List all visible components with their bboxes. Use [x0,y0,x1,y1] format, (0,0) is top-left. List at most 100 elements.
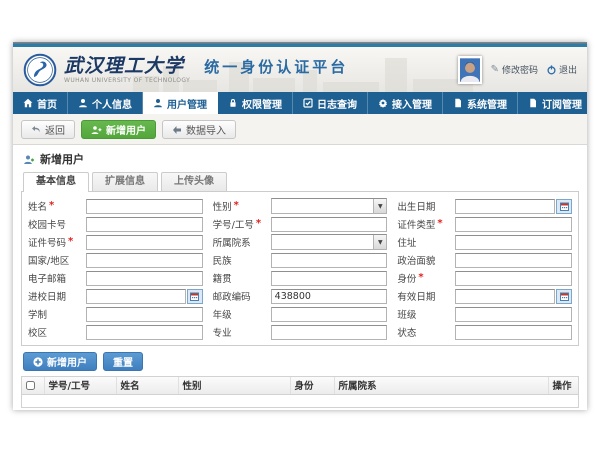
change-password-link[interactable]: ✎ 修改密码 [491,63,538,76]
gear-icon [378,98,388,108]
tab-upload-avatar[interactable]: 上传头像 [161,172,227,191]
nav-label: 系统管理 [467,96,507,111]
field-birth-date: 出生日期 [397,198,572,214]
logout-link[interactable]: 退出 [547,63,577,76]
calendar-icon[interactable] [187,289,203,304]
campus-card-no-input[interactable] [86,217,203,232]
calendar-icon[interactable] [556,199,572,214]
back-arrow-icon [31,125,41,134]
field-identity: 身份* [397,270,572,286]
name-input[interactable] [86,199,203,214]
country-region-input[interactable] [86,253,203,268]
major-input[interactable] [271,325,388,340]
class-input[interactable] [455,307,572,322]
section-header: 新增用户 [21,145,579,172]
valid-date-input[interactable] [455,289,555,304]
users-table: 学号/工号 姓名 性别 身份 所属院系 操作 [21,376,579,408]
screen: 武汉理工大学 WUHAN UNIVERSITY OF TECHNOLOGY 统一… [0,0,600,450]
field-label: 年级 [213,307,271,321]
data-import-button[interactable]: 数据导入 [162,120,236,139]
political-status-input[interactable] [455,253,572,268]
nav-label: 接入管理 [392,96,432,111]
postal-code-input[interactable] [271,289,388,304]
required-asterisk: * [418,273,423,283]
field-label: 住址 [397,235,455,249]
select-value [272,235,374,249]
field-campus: 校区 [28,324,203,340]
grade-input[interactable] [271,307,388,322]
identity-input[interactable] [455,271,572,286]
field-schooling-length: 学制 [28,306,203,322]
label-text: 年级 [213,307,232,321]
student-staff-id-input[interactable] [271,217,388,232]
data-import-label: 数据导入 [186,122,226,137]
nav-item-subscription-management[interactable]: 订阅管理 [518,92,593,114]
submit-add-user-button[interactable]: 新增用户 [23,352,97,371]
nav-item-profile[interactable]: 个人信息 [68,92,143,114]
schooling-length-input[interactable] [86,307,203,322]
nav-item-user-management[interactable]: 用户管理 [143,92,218,114]
nav-item-system-management[interactable]: 系统管理 [443,92,518,114]
back-button[interactable]: 返回 [21,120,75,139]
department-select[interactable]: ▼ [271,234,388,250]
nav-item-log-query[interactable]: 日志查询 [293,92,368,114]
label-text: 状态 [397,325,416,339]
birth-date-input[interactable] [455,199,555,214]
add-user-toolbar-button[interactable]: 新增用户 [81,120,156,139]
ethnicity-input[interactable] [271,253,388,268]
nav-item-access-management[interactable]: 接入管理 [368,92,443,114]
person-icon [153,98,163,108]
label-text: 籍贯 [213,271,232,285]
select-all-checkbox[interactable] [26,381,35,390]
field-label: 所属院系 [213,235,271,249]
toolbar: 返回 新增用户 数据导入 [13,114,587,144]
tab-basic-info[interactable]: 基本信息 [23,172,89,192]
enrollment-date-input[interactable] [86,289,186,304]
field-address: 住址 [397,234,572,250]
submit-label: 新增用户 [47,354,87,369]
nav-item-permission-management[interactable]: 权限管理 [218,92,293,114]
field-email: 电子邮箱 [28,270,203,286]
user-avatar[interactable] [458,56,482,84]
label-text: 政治面貌 [397,253,435,267]
main-nav: 首页 个人信息 用户管理 权限管理 日志查询 接入管理 [13,92,587,114]
tab-extended-info[interactable]: 扩展信息 [92,172,158,191]
university-logo-icon [23,53,57,87]
field-country-region: 国家/地区 [28,252,203,268]
id-type-input[interactable] [455,217,572,232]
gender-select[interactable]: ▼ [271,198,388,214]
field-student-staff-id: 学号/工号* [213,216,388,232]
field-label: 校区 [28,325,86,339]
required-asterisk: * [437,219,442,229]
label-text: 专业 [213,325,232,339]
id-number-input[interactable] [86,235,203,250]
email-input[interactable] [86,271,203,286]
platform-title: 统一身份认证平台 [204,56,348,77]
campus-input[interactable] [86,325,203,340]
field-name: 姓名* [28,198,203,214]
column-student-staff-id: 学号/工号 [44,377,116,394]
field-campus-card-no: 校园卡号 [28,216,203,232]
label-text: 出生日期 [397,199,435,213]
field-label: 学号/工号* [213,217,271,231]
nav-item-home[interactable]: 首页 [13,92,68,114]
native-place-input[interactable] [271,271,388,286]
change-password-label: 修改密码 [502,63,538,76]
required-asterisk: * [234,201,239,211]
label-text: 学制 [28,307,47,321]
field-label: 身份* [397,271,455,285]
status-input[interactable] [455,325,572,340]
label-text: 班级 [397,307,416,321]
field-grade: 年级 [213,306,388,322]
university-name-block: 武汉理工大学 WUHAN UNIVERSITY OF TECHNOLOGY [64,56,190,84]
column-gender: 性别 [178,377,290,394]
nav-label: 首页 [37,96,57,111]
reset-label: 重置 [113,354,133,369]
address-input[interactable] [455,235,572,250]
label-text: 校区 [28,325,47,339]
field-department: 所属院系 ▼ [213,234,388,250]
reset-button[interactable]: 重置 [103,352,143,371]
table-header-row: 学号/工号 姓名 性别 身份 所属院系 操作 [22,377,578,394]
calendar-icon[interactable] [556,289,572,304]
field-label: 性别* [213,199,271,213]
